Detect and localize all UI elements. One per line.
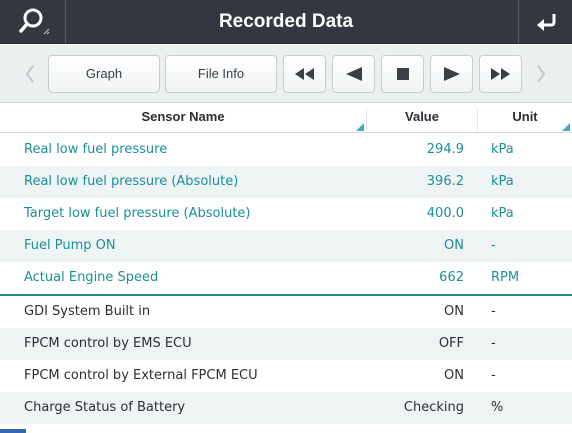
sort-indicator-icon [356,123,364,131]
table-row[interactable]: Target low fuel pressure (Absolute) 400.… [0,198,572,230]
column-header-unit-label: Unit [512,109,538,124]
table-row[interactable]: GDI System Built in ON - [0,296,572,328]
column-header-sensor-name-label: Sensor Name [141,109,225,124]
table-row[interactable]: Fuel Pump ON ON - [0,230,572,262]
toolbar: Graph File Info [0,45,572,103]
table-row[interactable]: Real low fuel pressure 294.9 kPa [0,134,572,166]
sensor-unit: kPa [491,142,514,157]
file-info-button-label: File Info [197,66,245,81]
sensor-name: Real low fuel pressure (Absolute) [24,174,239,189]
rewind-button[interactable] [283,55,326,93]
sensor-unit: - [491,238,496,253]
chevron-right-icon[interactable] [535,64,547,84]
sensor-unit: kPa [491,174,514,189]
back-arrow-icon [537,14,556,31]
stop-icon [396,68,409,80]
sort-indicator-icon [562,123,570,131]
file-info-button[interactable]: File Info [165,55,277,93]
table-row[interactable]: Real low fuel pressure (Absolute) 396.2 … [0,166,572,198]
sensor-name: GDI System Built in [24,304,151,319]
sensor-unit: - [491,336,496,351]
sensor-name: Actual Engine Speed [24,270,159,285]
table-row[interactable]: FPCM control by External FPCM ECU ON - [0,360,572,392]
play-button[interactable] [430,55,473,93]
chevron-left-icon[interactable] [24,64,36,84]
graph-button-label: Graph [85,66,123,81]
sensor-name: Charge Status of Battery [24,400,186,415]
sensor-name: Fuel Pump ON [24,238,116,253]
sensor-value: 662 [439,270,464,285]
page-title: Recorded Data [218,11,354,32]
sensor-value: OFF [438,336,464,351]
step-back-button[interactable] [332,55,375,93]
column-header-sensor-name[interactable]: Sensor Name [0,103,366,133]
fast-forward-button[interactable] [479,55,522,93]
table-header: Sensor Name Value Unit [0,103,572,133]
sensor-name: FPCM control by EMS ECU [24,336,192,351]
table-row[interactable]: Charge Status of Battery Checking % [0,392,572,424]
sensor-value: 294.9 [426,142,464,157]
rewind-icon [294,68,314,80]
table-row[interactable]: FPCM control by EMS ECU OFF - [0,328,572,360]
back-button[interactable] [518,0,572,44]
page-edge-marker [0,429,26,433]
fast-forward-icon [490,68,510,80]
play-icon [443,67,460,81]
sensor-name: Target low fuel pressure (Absolute) [24,206,251,221]
sensor-value: ON [444,238,464,253]
sensor-value: 396.2 [426,174,464,189]
column-header-value[interactable]: Value [367,103,477,133]
sensor-unit: kPa [491,206,514,221]
sensor-value: ON [444,304,464,319]
sensor-value: Checking [403,400,464,415]
title-bar: Recorded Data [0,0,572,44]
sensor-name: FPCM control by External FPCM ECU [24,368,258,383]
stop-button[interactable] [381,55,424,93]
column-header-value-label: Value [405,109,439,124]
sensor-value: ON [444,368,464,383]
step-back-icon [345,67,362,81]
sensor-unit: - [491,304,496,319]
sensor-unit: RPM [491,270,520,285]
column-header-unit[interactable]: Unit [478,103,572,133]
sensor-value: 400.0 [426,206,464,221]
sensor-unit: - [491,368,496,383]
sensor-unit: % [491,400,504,415]
table-row[interactable]: Actual Engine Speed 662 RPM [0,262,572,294]
graph-button[interactable]: Graph [48,55,160,93]
sensor-name: Real low fuel pressure [24,142,168,157]
